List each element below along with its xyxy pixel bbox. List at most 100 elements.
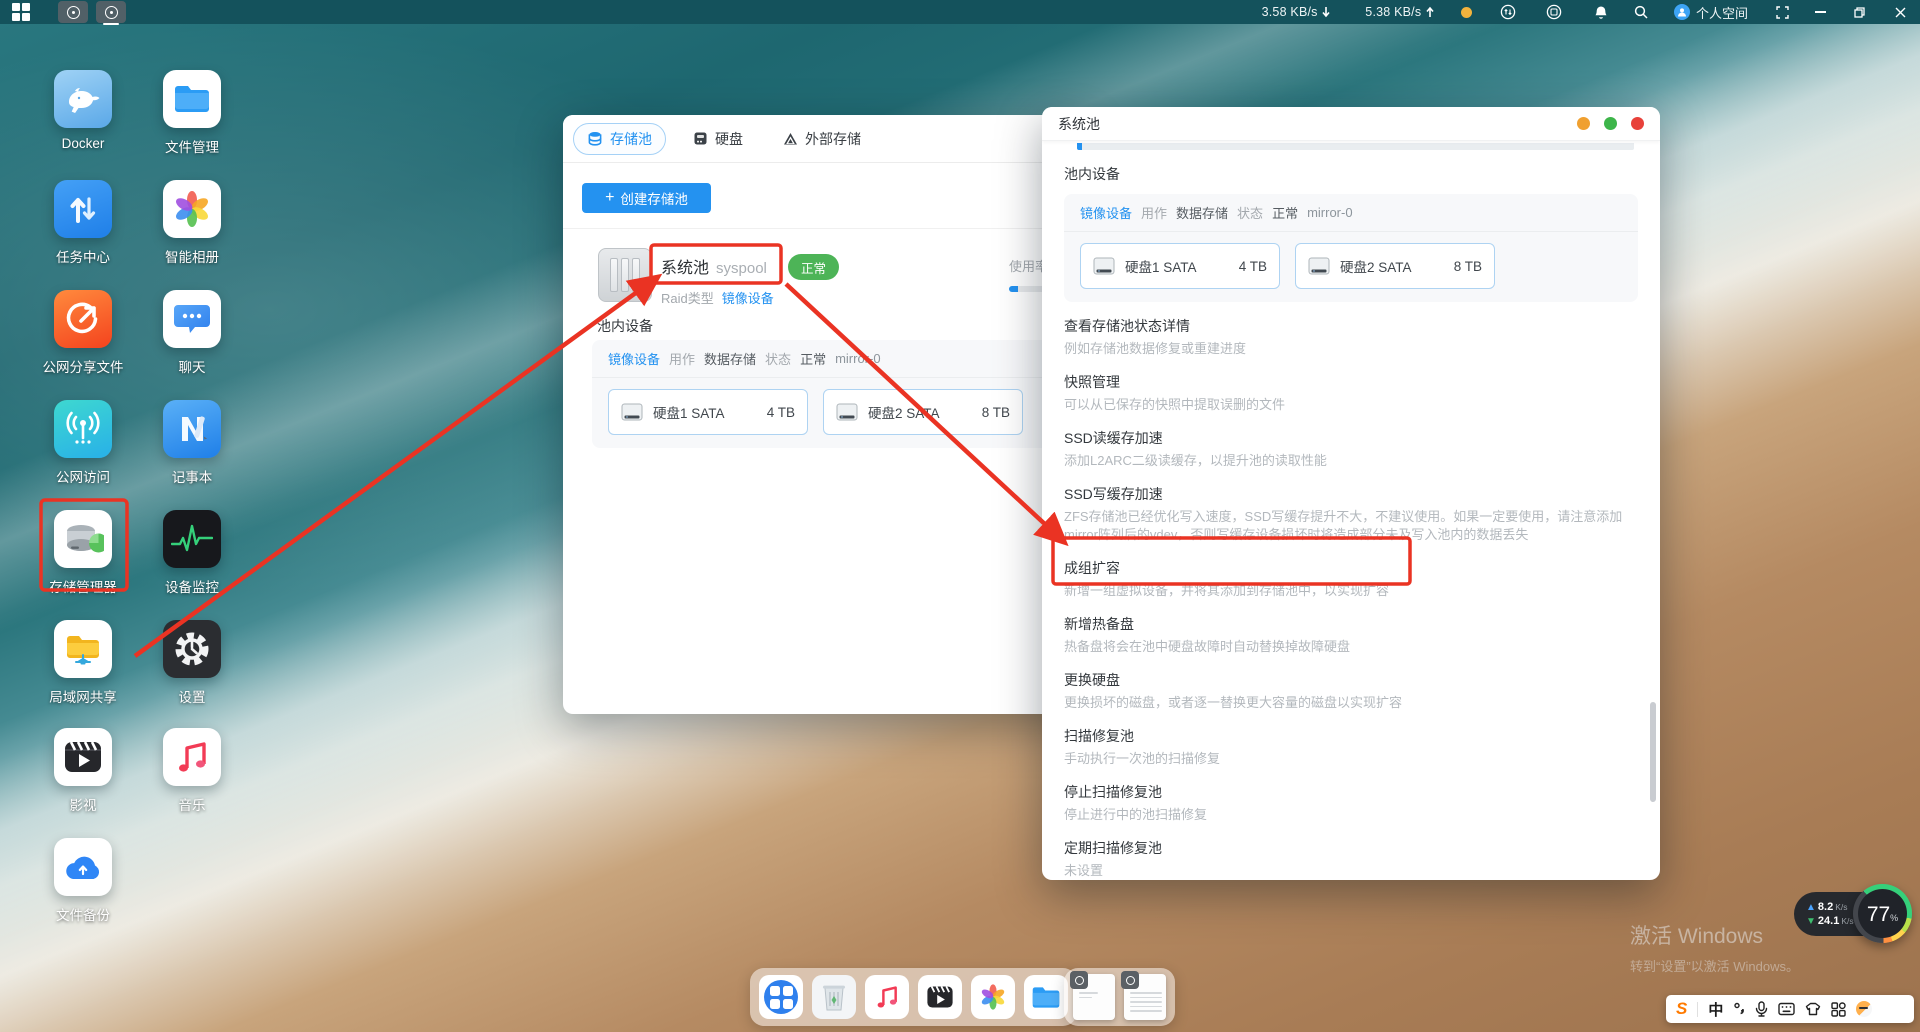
desktop-icon-music[interactable]: 音乐 (132, 728, 252, 814)
action-ssd-read-cache[interactable]: SSD读缓存加速添加L2ARC二级读缓存，以提升池的读取性能 (1064, 428, 1638, 470)
pool-name-row[interactable]: 系统池 syspool (661, 254, 767, 278)
storage-manager-window: 存储池 硬盘 外部存储 + 创建存储池 系统池 syspool 正常 Raid类… (563, 115, 1083, 714)
minimize-button[interactable] (1815, 11, 1826, 13)
desktop-icon-label: 影视 (70, 794, 97, 814)
storage-tabbar: 存储池 硬盘 外部存储 (563, 115, 1083, 163)
music-note-icon (874, 984, 900, 1010)
maximize-light[interactable] (1604, 117, 1617, 130)
disk-name: 硬盘1 SATA (653, 402, 725, 422)
disk-name: 硬盘2 SATA (868, 402, 940, 422)
disk-size: 4 TB (1239, 259, 1267, 274)
desktop-icon-settings[interactable]: 设置 (132, 620, 252, 706)
app-logo-icon (67, 6, 80, 19)
dock-music[interactable] (865, 975, 909, 1019)
pool-devices-panel: 镜像设备 用作 数据存储 状态 正常 mirror-0 硬盘1 SATA 4 T… (592, 340, 1058, 448)
user-avatar[interactable] (1674, 4, 1690, 20)
disk-card-2[interactable]: 硬盘2 SATA 8 TB (1295, 243, 1495, 289)
vdev-type-link[interactable]: 镜像设备 (1080, 203, 1132, 222)
dock-movies[interactable] (918, 975, 962, 1019)
close-light[interactable] (1631, 117, 1644, 130)
dock-trash[interactable] (812, 975, 856, 1019)
desktop-icon-storage-manager[interactable]: 存储管理器 (23, 510, 143, 596)
photos-flower-icon (979, 983, 1007, 1011)
fullscreen-icon[interactable] (1776, 6, 1789, 19)
punctuation-icon[interactable] (1733, 1002, 1745, 1016)
user-space-label[interactable]: 个人空间 (1696, 3, 1748, 22)
status-dot-icon[interactable] (1461, 7, 1472, 18)
desktop-icon-smart-album[interactable]: 智能相册 (132, 180, 252, 266)
dialog-title: 系统池 (1058, 114, 1100, 134)
close-button[interactable] (1895, 7, 1906, 18)
database-icon (587, 131, 603, 147)
raid-type-link[interactable]: 镜像设备 (722, 288, 774, 307)
folder-icon (1031, 985, 1061, 1010)
voice-mic-icon[interactable] (1755, 1001, 1768, 1017)
desktop-icon-device-monitor[interactable]: 设备监控 (132, 510, 252, 596)
restore-button[interactable] (1854, 7, 1865, 18)
desktop-icon-label: 公网访问 (56, 466, 110, 486)
toolbox-grid-icon[interactable] (1831, 1002, 1846, 1017)
dialog-devices-section-title: 池内设备 (1064, 164, 1638, 184)
desktop-icon-movies[interactable]: 影视 (23, 728, 143, 814)
desktop-icon-file-manager[interactable]: 文件管理 (132, 70, 252, 156)
performance-gauge[interactable]: 77 % (1853, 884, 1912, 943)
minimize-light[interactable] (1577, 117, 1590, 130)
action-scheduled-scrub[interactable]: 定期扫描修复池未设置 (1064, 838, 1638, 880)
disk-size: 8 TB (1454, 259, 1482, 274)
tab-external-storage[interactable]: 外部存储 (770, 124, 874, 154)
create-pool-button[interactable]: + 创建存储池 (582, 183, 711, 213)
desktop-icon-public-share[interactable]: 公网分享文件 (23, 290, 143, 376)
keyboard-icon[interactable] (1778, 1002, 1795, 1016)
tab-disks[interactable]: 硬盘 (680, 124, 756, 154)
dock-app-launcher[interactable] (759, 975, 803, 1019)
pool-enclosure-image (598, 248, 652, 302)
disk-card-1[interactable]: 硬盘1 SATA 4 TB (608, 389, 808, 435)
desktop-icon-label: 音乐 (179, 794, 206, 814)
network-download-speed: 3.58 KB/s (1262, 5, 1332, 19)
action-scrub-pool[interactable]: 扫描修复池手动执行一次池的扫描修复 (1064, 726, 1638, 768)
system-topbar: 3.58 KB/s 5.38 KB/s 个人空间 (0, 0, 1920, 24)
desktop-icon-file-backup[interactable]: 文件备份 (23, 838, 143, 924)
start-menu-icon[interactable] (12, 3, 30, 21)
desktop-icon-docker[interactable]: Docker (23, 70, 143, 151)
action-add-hot-spare[interactable]: 新增热备盘热备盘将会在池中硬盘故障时自动替换掉故障硬盘 (1064, 614, 1638, 656)
desktop-icon-chat[interactable]: 聊天 (132, 290, 252, 376)
window-thumbnail-2[interactable] (1124, 974, 1166, 1020)
disk-card-1[interactable]: 硬盘1 SATA 4 TB (1080, 243, 1280, 289)
desktop-icon-task-center[interactable]: 任务中心 (23, 180, 143, 266)
window-thumbnail-1[interactable] (1073, 974, 1115, 1020)
cloud-backup-icon (54, 838, 112, 896)
dock-file-manager[interactable] (1024, 975, 1068, 1019)
disk-name: 硬盘1 SATA (1125, 256, 1197, 276)
vdev-type-link[interactable]: 镜像设备 (608, 349, 660, 368)
sync-icon[interactable] (1500, 4, 1516, 20)
skin-shirt-icon[interactable] (1805, 1002, 1821, 1016)
taskbar-app-button[interactable] (58, 1, 88, 23)
desktop-icon-label: 存储管理器 (49, 576, 117, 596)
disk-card-2[interactable]: 硬盘2 SATA 8 TB (823, 389, 1023, 435)
divider (563, 228, 1083, 229)
windows-activation-watermark: 激活 Windows 转到“设置”以激活 Windows。 (1630, 920, 1799, 975)
dock-photos[interactable] (971, 975, 1015, 1019)
photos-flower-icon (163, 180, 221, 238)
action-stop-scrub[interactable]: 停止扫描修复池停止进行中的池扫描修复 (1064, 782, 1638, 824)
search-icon[interactable] (1634, 5, 1648, 19)
dialog-scrollbar-thumb[interactable] (1650, 702, 1656, 802)
screencast-icon[interactable] (1546, 4, 1562, 20)
ime-logo[interactable]: S (1676, 999, 1687, 1019)
action-group-expand[interactable]: 成组扩容新增一组虚拟设备，并将其添加到存储池中，以实现扩容 (1064, 558, 1638, 600)
desktop-icon-label: 文件备份 (56, 904, 110, 924)
action-view-pool-status[interactable]: 查看存储池状态详情例如存储池数据修复或重建进度 (1064, 316, 1638, 358)
action-replace-disk[interactable]: 更换硬盘更换损坏的磁盘，或者逐一替换更大容量的磁盘以实现扩容 (1064, 670, 1638, 712)
tab-storage-pool[interactable]: 存储池 (573, 123, 666, 155)
action-snapshot-manage[interactable]: 快照管理可以从已保存的快照中提取误删的文件 (1064, 372, 1638, 414)
ime-emoji-icon[interactable] (1856, 1001, 1872, 1017)
music-note-icon (163, 728, 221, 786)
action-ssd-write-cache[interactable]: SSD写缓存加速ZFS存储池已经优化写入速度，SSD写缓存提升不大，不建议使用。… (1064, 484, 1638, 544)
desktop-icon-lan-share[interactable]: 局域网共享 (23, 620, 143, 706)
taskbar-app-button-active[interactable] (96, 1, 126, 23)
notifications-bell-icon[interactable] (1594, 5, 1608, 20)
desktop-icon-public-access[interactable]: 公网访问 (23, 400, 143, 486)
desktop-icon-notes[interactable]: 记事本 (132, 400, 252, 486)
ime-language-toggle[interactable]: 中 (1708, 999, 1723, 1020)
